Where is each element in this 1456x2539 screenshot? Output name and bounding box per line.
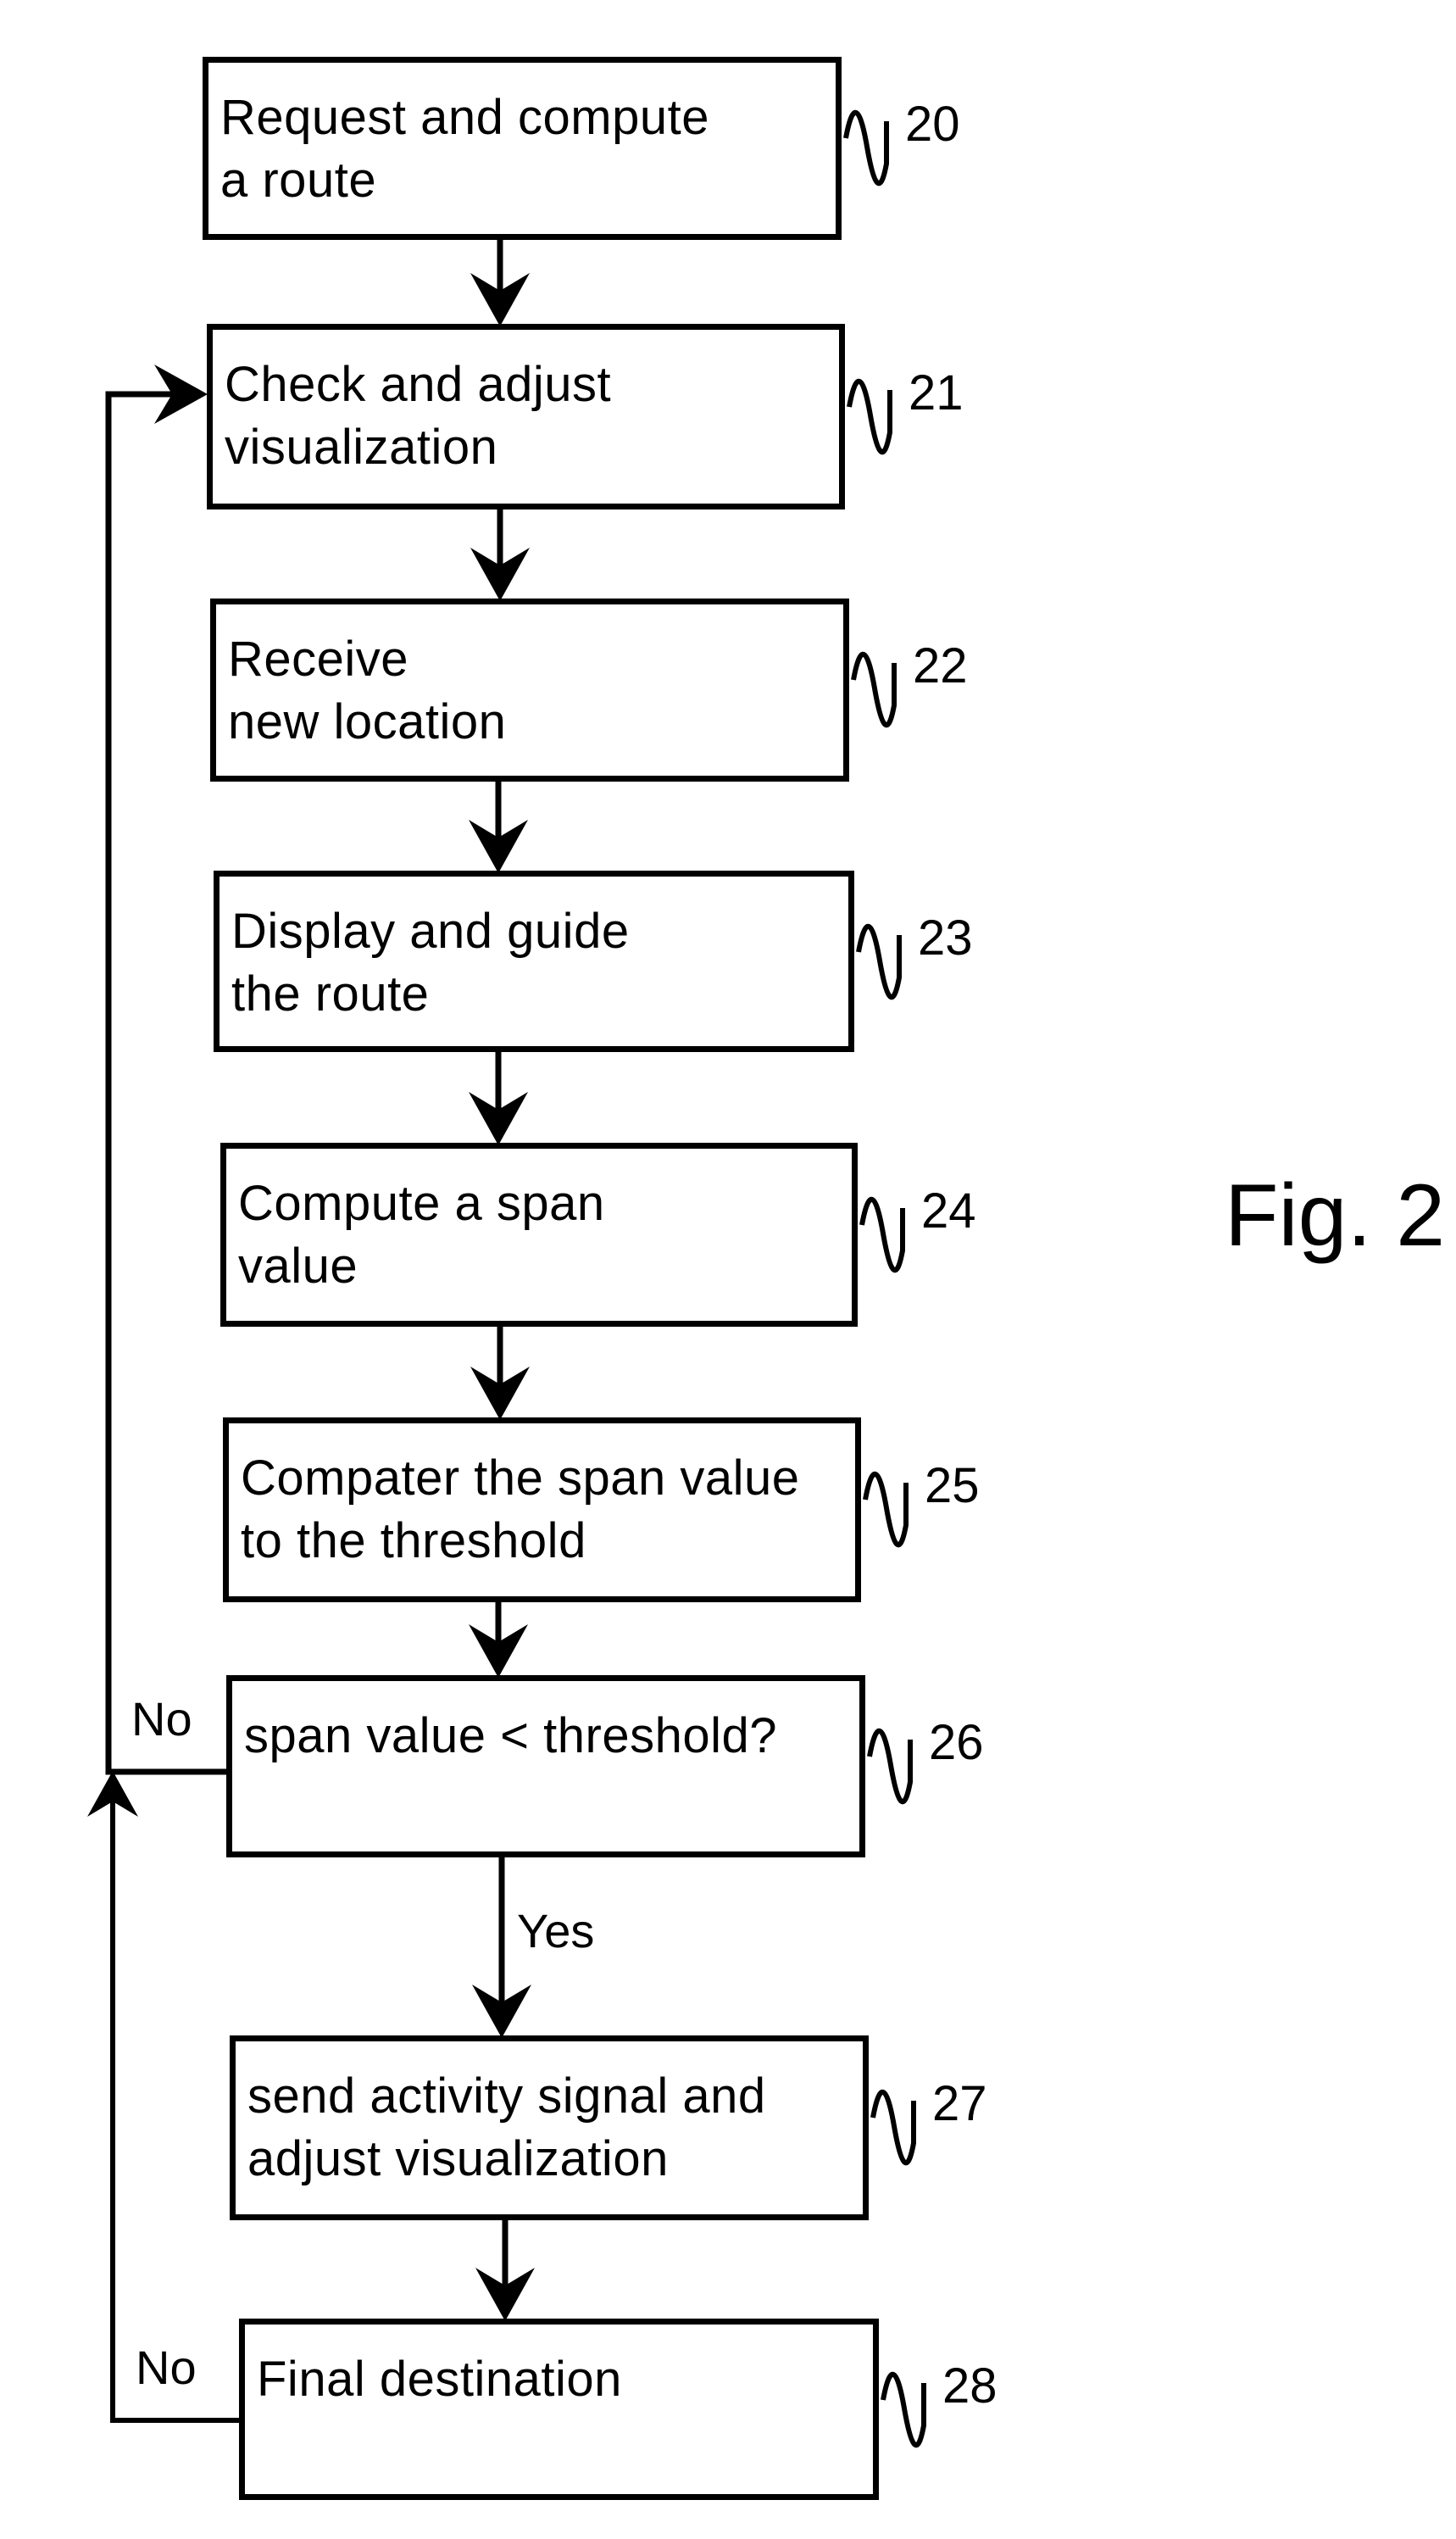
- step-text: Final destination: [257, 2352, 622, 2407]
- no-label-28: No: [136, 2341, 197, 2394]
- step-text: Request and compute a route: [220, 90, 709, 208]
- loop-no-28: [87, 1771, 239, 2423]
- step-box-24: Compute a span value: [220, 1143, 858, 1327]
- step-box-20: Request and compute a route: [203, 57, 842, 240]
- step-box-25: Compater the span value to the threshold: [223, 1417, 861, 1602]
- loop-no-26: [105, 365, 226, 1775]
- step-text: span value < threshold?: [244, 1708, 777, 1763]
- step-text: send activity signal and adjust visualiz…: [247, 2069, 766, 2186]
- reference-numeral: 24: [921, 1183, 976, 1239]
- step-text: Compater the span value to the threshold: [241, 1450, 800, 1568]
- leader-squiggle-icon: [867, 1728, 913, 1805]
- reference-numeral: 23: [918, 910, 973, 966]
- step-box-22: Receive new location: [210, 599, 849, 782]
- reference-numeral: 25: [925, 1458, 980, 1513]
- leader-squiggle-icon: [859, 1196, 905, 1273]
- step-text: Receive new location: [228, 632, 507, 749]
- step-box-23: Display and guide the route: [214, 871, 854, 1052]
- step-text: Compute a span value: [238, 1176, 605, 1294]
- leader-squiggle-icon: [870, 2089, 916, 2166]
- leader-squiggle-icon: [881, 2371, 926, 2448]
- reference-numeral: 21: [909, 365, 964, 420]
- reference-numeral: 22: [913, 638, 968, 693]
- leader-squiggle-icon: [851, 651, 897, 728]
- step-box-21: Check and adjust visualization: [207, 324, 845, 509]
- reference-numeral: 26: [929, 1715, 984, 1770]
- step-text: Check and adjust visualization: [225, 357, 612, 475]
- figure-label: Fig. 2: [1225, 1166, 1446, 1265]
- step-text: Display and guide the route: [231, 904, 630, 1022]
- leader-squiggle-icon: [863, 1471, 909, 1548]
- leader-squiggle-icon: [843, 109, 889, 187]
- reference-numeral: 20: [905, 97, 960, 152]
- leader-squiggle-icon: [856, 923, 902, 1000]
- reference-numeral: 28: [942, 2358, 998, 2414]
- step-box-27: send activity signal and adjust visualiz…: [230, 2035, 869, 2220]
- yes-label-26: Yes: [517, 1904, 595, 1957]
- leader-squiggle-icon: [847, 378, 892, 455]
- no-label-26: No: [131, 1692, 192, 1746]
- step-box-28: Final destination: [239, 2319, 879, 2500]
- step-box-26: span value < threshold?: [226, 1675, 865, 1857]
- reference-numeral: 27: [932, 2076, 987, 2131]
